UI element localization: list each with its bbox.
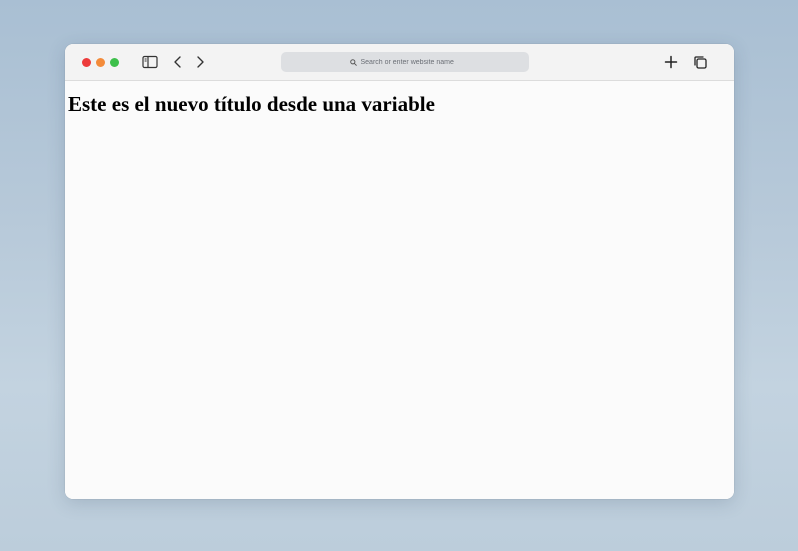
address-bar[interactable] xyxy=(281,52,529,72)
page-content: Este es el nuevo título desde una variab… xyxy=(65,81,734,499)
zoom-window-button[interactable] xyxy=(110,58,119,67)
close-window-button[interactable] xyxy=(82,58,91,67)
sidebar-icon[interactable] xyxy=(142,55,158,74)
address-input[interactable] xyxy=(360,58,461,66)
search-icon xyxy=(349,53,357,71)
chevron-left-icon[interactable] xyxy=(172,55,184,74)
page-title: Este es el nuevo título desde una variab… xyxy=(68,92,435,116)
chevron-right-icon[interactable] xyxy=(194,55,206,74)
tabs-icon[interactable] xyxy=(693,55,708,75)
plus-icon[interactable] xyxy=(664,55,678,74)
browser-toolbar xyxy=(65,44,734,81)
minimize-window-button[interactable] xyxy=(96,58,105,67)
browser-window: Este es el nuevo título desde una variab… xyxy=(65,44,734,499)
